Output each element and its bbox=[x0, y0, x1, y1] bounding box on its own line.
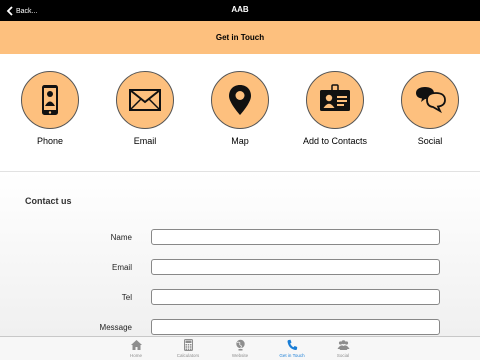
contact-actions: Phone Email Map Add to Contacts Social bbox=[0, 54, 480, 172]
message-row: Message bbox=[0, 319, 480, 336]
tab-social-label: Social bbox=[336, 353, 350, 358]
chat-bubbles-icon bbox=[416, 87, 446, 114]
map-pin-icon bbox=[229, 85, 251, 115]
map-action-label: Map bbox=[231, 136, 249, 146]
tab-social[interactable]: Social bbox=[313, 339, 373, 358]
contact-form: Contact us Name Email Tel Message bbox=[0, 172, 480, 336]
tel-row: Tel bbox=[0, 289, 480, 306]
app-title: AAB bbox=[231, 5, 249, 14]
contact-form-title: Contact us bbox=[25, 196, 72, 206]
tab-bar: Home Calculators Website Get in Touch So… bbox=[0, 336, 480, 360]
social-action[interactable]: Social bbox=[390, 71, 470, 146]
name-label: Name bbox=[110, 233, 132, 242]
house-icon bbox=[130, 340, 142, 350]
social-action-label: Social bbox=[417, 136, 443, 146]
name-row: Name bbox=[0, 229, 480, 246]
tab-calculators-label: Calculators bbox=[176, 353, 200, 358]
email-label: Email bbox=[111, 263, 132, 272]
phone-handset-icon bbox=[287, 339, 297, 351]
email-action[interactable]: Email bbox=[105, 71, 185, 146]
message-field[interactable] bbox=[151, 319, 440, 335]
navigation-bar: Back... AAB bbox=[0, 0, 480, 21]
contact-card-icon bbox=[320, 84, 350, 111]
people-icon bbox=[337, 340, 349, 350]
message-label: Message bbox=[99, 323, 132, 332]
tel-field[interactable] bbox=[151, 289, 440, 305]
phone-action-label: Phone bbox=[36, 136, 64, 146]
phone-icon bbox=[42, 85, 58, 115]
tab-calculators[interactable]: Calculators bbox=[158, 339, 218, 358]
name-field[interactable] bbox=[151, 229, 440, 245]
page-title: Get in Touch bbox=[215, 33, 265, 42]
map-action[interactable]: Map bbox=[200, 71, 280, 146]
tab-home-label: Home bbox=[129, 353, 142, 358]
phone-action[interactable]: Phone bbox=[10, 71, 90, 146]
add-to-contacts-action-circle bbox=[306, 71, 364, 129]
social-action-circle bbox=[401, 71, 459, 129]
add-to-contacts-action-label: Add to Contacts bbox=[302, 136, 368, 146]
tel-label: Tel bbox=[121, 293, 132, 302]
calculator-icon bbox=[183, 339, 193, 351]
globe-icon bbox=[235, 339, 245, 351]
email-field[interactable] bbox=[151, 259, 440, 275]
tab-website[interactable]: Website bbox=[210, 339, 270, 358]
email-row: Email bbox=[0, 259, 480, 276]
email-action-circle bbox=[116, 71, 174, 129]
page-header: Get in Touch bbox=[0, 21, 480, 54]
tab-home[interactable]: Home bbox=[106, 339, 166, 358]
tab-website-label: Website bbox=[231, 353, 249, 358]
add-to-contacts-action[interactable]: Add to Contacts bbox=[295, 71, 375, 146]
envelope-icon bbox=[129, 89, 161, 111]
phone-action-circle bbox=[21, 71, 79, 129]
map-action-circle bbox=[211, 71, 269, 129]
email-action-label: Email bbox=[133, 136, 157, 146]
